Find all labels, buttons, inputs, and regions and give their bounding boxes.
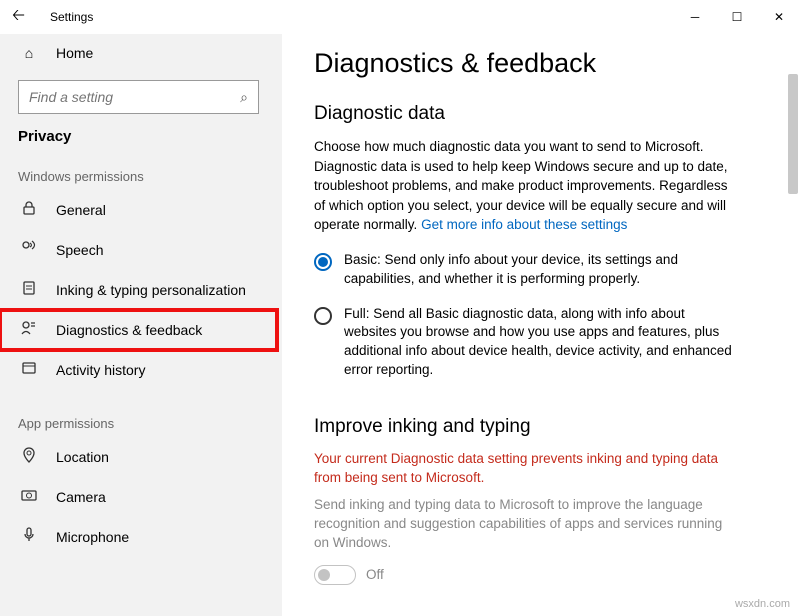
sidebar-section-title: Privacy — [0, 128, 277, 161]
sidebar-item-diagnostics[interactable]: Diagnostics & feedback — [0, 310, 277, 350]
sidebar-item-activity[interactable]: Activity history — [0, 350, 277, 390]
sidebar-item-speech[interactable]: Speech — [0, 230, 277, 270]
sidebar: ⌂ Home ⌕ Privacy Windows permissions Gen… — [0, 34, 282, 616]
section-diagnostic-data: Diagnostic data — [314, 103, 758, 125]
group-windows-permissions: Windows permissions — [0, 161, 277, 190]
radio-basic-label: Basic: Send only info about your device,… — [344, 251, 734, 289]
sidebar-item-label: Microphone — [56, 529, 129, 545]
sidebar-item-label: Inking & typing personalization — [56, 282, 246, 298]
search-input[interactable] — [29, 89, 240, 105]
lock-icon — [18, 200, 40, 220]
search-box[interactable]: ⌕ — [18, 80, 259, 114]
radio-basic[interactable]: Basic: Send only info about your device,… — [314, 251, 734, 289]
speech-icon — [18, 240, 40, 260]
radio-icon — [314, 307, 332, 325]
page-title: Diagnostics & feedback — [314, 48, 758, 79]
content-pane: Diagnostics & feedback Diagnostic data C… — [282, 34, 800, 616]
history-icon — [18, 360, 40, 380]
window-controls: ─ ☐ ✕ — [674, 2, 800, 32]
group-app-permissions: App permissions — [0, 408, 277, 437]
section-improve-inking: Improve inking and typing — [314, 416, 758, 438]
sidebar-item-location[interactable]: Location — [0, 437, 277, 477]
close-button[interactable]: ✕ — [758, 2, 800, 32]
clipboard-icon — [18, 280, 40, 300]
titlebar: 🡠 Settings ─ ☐ ✕ — [0, 0, 800, 34]
inking-toggle-row: Off — [314, 565, 758, 585]
radio-full-label: Full: Send all Basic diagnostic data, al… — [344, 305, 734, 381]
home-icon: ⌂ — [18, 45, 40, 61]
minimize-button[interactable]: ─ — [674, 2, 716, 32]
sidebar-home[interactable]: ⌂ Home — [0, 34, 277, 72]
maximize-button[interactable]: ☐ — [716, 2, 758, 32]
toggle-state-label: Off — [366, 567, 384, 582]
sidebar-item-label: Camera — [56, 489, 106, 505]
microphone-icon — [18, 527, 40, 547]
scrollbar-thumb[interactable] — [788, 74, 798, 194]
window-title: Settings — [50, 10, 93, 24]
inking-description: Send inking and typing data to Microsoft… — [314, 496, 734, 553]
feedback-icon — [18, 320, 40, 340]
inking-toggle[interactable] — [314, 565, 356, 585]
watermark: wsxdn.com — [735, 598, 790, 610]
sidebar-item-label: Location — [56, 449, 109, 465]
sidebar-item-label: Speech — [56, 242, 103, 258]
scrollbar[interactable] — [786, 34, 800, 616]
more-info-link[interactable]: Get more info about these settings — [421, 217, 627, 232]
sidebar-item-camera[interactable]: Camera — [0, 477, 277, 517]
sidebar-item-label: Activity history — [56, 362, 145, 378]
location-icon — [18, 447, 40, 467]
diagnostic-description: Choose how much diagnostic data you want… — [314, 137, 734, 235]
sidebar-home-label: Home — [56, 45, 93, 61]
sidebar-item-label: Diagnostics & feedback — [56, 322, 202, 338]
radio-full[interactable]: Full: Send all Basic diagnostic data, al… — [314, 305, 734, 381]
sidebar-item-microphone[interactable]: Microphone — [0, 517, 277, 557]
inking-warning: Your current Diagnostic data setting pre… — [314, 450, 734, 488]
search-icon: ⌕ — [240, 89, 248, 106]
radio-icon — [314, 253, 332, 271]
back-button[interactable]: 🡠 — [12, 4, 36, 31]
camera-icon — [18, 487, 40, 507]
sidebar-item-label: General — [56, 202, 106, 218]
sidebar-item-inking[interactable]: Inking & typing personalization — [0, 270, 277, 310]
sidebar-item-general[interactable]: General — [0, 190, 277, 230]
